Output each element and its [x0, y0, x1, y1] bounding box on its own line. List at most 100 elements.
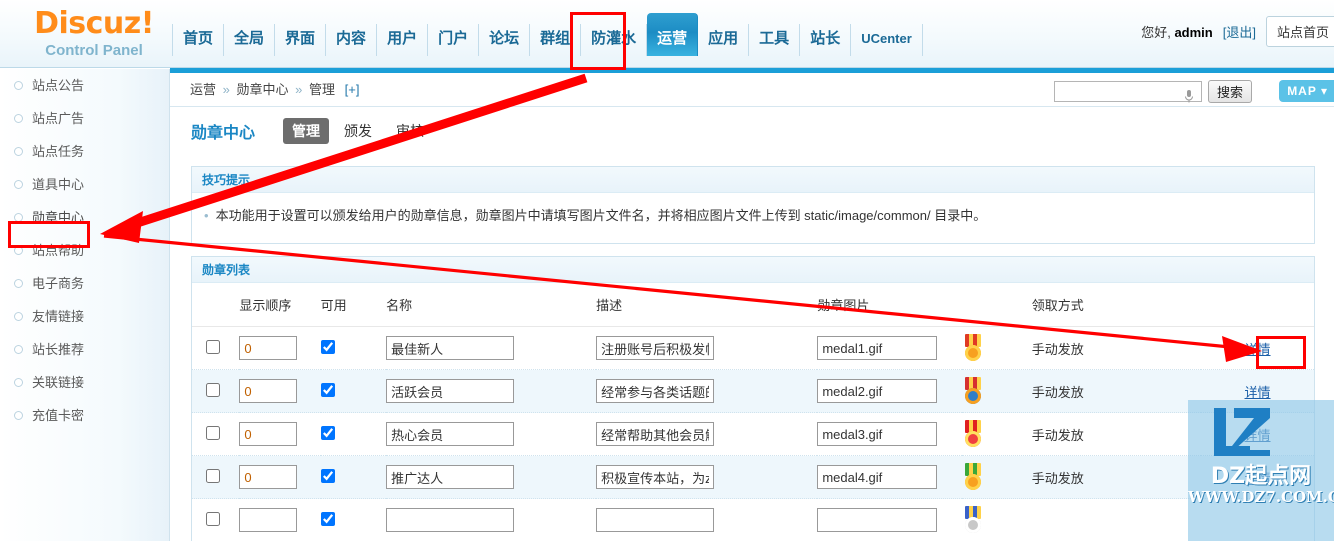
- panel-tab-2[interactable]: 审核: [387, 118, 433, 144]
- bullet-icon: [14, 246, 23, 255]
- name-input[interactable]: [386, 465, 515, 489]
- row-select-checkbox[interactable]: [206, 468, 220, 483]
- detail-link[interactable]: 详情: [1245, 471, 1271, 486]
- description-cell: [596, 369, 818, 413]
- description-cell: [596, 412, 818, 456]
- sidebar-item-2[interactable]: 站点任务: [0, 135, 169, 168]
- available-cell: [320, 369, 387, 413]
- available-checkbox[interactable]: [320, 382, 335, 397]
- available-checkbox[interactable]: [320, 339, 335, 354]
- row-select-checkbox[interactable]: [206, 382, 220, 397]
- logout-link[interactable]: [退出]: [1223, 22, 1256, 41]
- site-home-button[interactable]: 站点首页: [1265, 16, 1334, 47]
- available-checkbox[interactable]: [320, 468, 335, 483]
- nav-tab-7[interactable]: 群组: [530, 24, 582, 56]
- nav-tab-9[interactable]: 运营: [647, 13, 699, 56]
- image-cell: [817, 498, 962, 541]
- image-input[interactable]: [817, 379, 938, 403]
- sidebar-item-label: 道具中心: [32, 176, 85, 192]
- detail-link[interactable]: 详情: [1245, 428, 1271, 443]
- nav-tab-8[interactable]: 防灌水: [581, 24, 648, 56]
- medal-list-section: 勋章列表 显示顺序可用名称描述勋章图片领取方式 手动发放详情手动发放详情手动发放…: [191, 256, 1315, 541]
- issue-method-cell: 手动发放: [1031, 326, 1202, 370]
- nav-tab-10[interactable]: 应用: [698, 24, 750, 56]
- nav-tab-12[interactable]: 站长: [800, 24, 852, 56]
- detail-cell: 详情: [1201, 455, 1314, 499]
- image-input[interactable]: [817, 465, 938, 489]
- medal-blue-icon: [962, 506, 984, 534]
- nav-tab-4[interactable]: 用户: [377, 24, 429, 56]
- name-input[interactable]: [386, 508, 515, 532]
- sidebar-item-3[interactable]: 道具中心: [0, 168, 169, 201]
- order-input[interactable]: [239, 422, 298, 446]
- description-input[interactable]: [596, 465, 715, 489]
- nav-tab-6[interactable]: 论坛: [479, 24, 531, 56]
- name-input[interactable]: [386, 422, 515, 446]
- order-cell: [239, 455, 321, 499]
- sidebar-item-10[interactable]: 充值卡密: [0, 399, 169, 432]
- description-input[interactable]: [596, 379, 715, 403]
- medal-table: 显示顺序可用名称描述勋章图片领取方式 手动发放详情手动发放详情手动发放详情手动发…: [192, 283, 1314, 541]
- nav-tab-5[interactable]: 门户: [428, 24, 480, 56]
- search-button[interactable]: 搜索: [1207, 80, 1252, 103]
- panel-tab-0[interactable]: 管理: [283, 118, 330, 144]
- nav-tab-3[interactable]: 内容: [326, 24, 378, 56]
- image-input[interactable]: [817, 422, 938, 446]
- panel-tab-1[interactable]: 颁发: [335, 118, 381, 144]
- name-input[interactable]: [386, 336, 515, 360]
- description-input[interactable]: [596, 422, 715, 446]
- breadcrumb-item-1[interactable]: 运营: [190, 82, 216, 97]
- sidebar-item-8[interactable]: 站长推荐: [0, 333, 169, 366]
- row-select-checkbox[interactable]: [206, 511, 220, 526]
- sidebar-item-0[interactable]: 站点公告: [0, 69, 169, 102]
- nav-tab-11[interactable]: 工具: [749, 24, 801, 56]
- sidebar-item-label: 站点帮助: [32, 242, 85, 258]
- breadcrumb-item-3[interactable]: 管理: [309, 82, 335, 97]
- sidebar-item-6[interactable]: 电子商务: [0, 267, 169, 300]
- breadcrumb-separator-icon: »: [295, 82, 303, 97]
- detail-link[interactable]: 详情: [1245, 342, 1271, 357]
- breadcrumb-item-2[interactable]: 勋章中心: [237, 82, 289, 97]
- order-input[interactable]: [239, 508, 298, 532]
- breadcrumb: 运营 » 勋章中心 » 管理 [+]: [190, 80, 359, 100]
- row-select-checkbox[interactable]: [206, 425, 220, 440]
- bullet-icon: [14, 411, 23, 420]
- breadcrumb-expand-toggle[interactable]: [+]: [345, 82, 360, 97]
- row-select-checkbox[interactable]: [206, 339, 220, 354]
- nav-tab-2[interactable]: 界面: [275, 24, 327, 56]
- nav-tab-0[interactable]: 首页: [172, 24, 225, 56]
- row-select-cell: [192, 455, 240, 499]
- available-checkbox[interactable]: [320, 425, 335, 440]
- detail-link[interactable]: 详情: [1245, 385, 1271, 400]
- image-input[interactable]: [817, 508, 938, 532]
- order-input[interactable]: [239, 336, 298, 360]
- nav-tab-13[interactable]: UCenter: [851, 24, 923, 56]
- medal-table-body: 手动发放详情手动发放详情手动发放详情手动发放详情: [192, 326, 1314, 541]
- order-cell: [239, 498, 321, 541]
- available-cell: [320, 412, 387, 456]
- sidebar-item-5[interactable]: 站点帮助: [0, 234, 169, 267]
- description-cell: [596, 455, 818, 499]
- order-cell: [239, 412, 321, 456]
- order-input[interactable]: [239, 465, 298, 489]
- table-row: 手动发放 详情: [192, 412, 1314, 456]
- map-badge[interactable]: MAP ▾: [1279, 80, 1334, 102]
- column-header-3: 名称: [386, 283, 597, 327]
- sidebar-item-1[interactable]: 站点广告: [0, 102, 169, 135]
- column-header-5: 勋章图片: [817, 283, 1032, 327]
- sidebar: 站点公告 站点广告 站点任务道具中心勋章中心站点帮助电子商务 友情链接 站长推荐 关联链接…: [0, 69, 170, 541]
- image-input[interactable]: [817, 336, 938, 360]
- name-cell: [386, 498, 597, 541]
- name-input[interactable]: [386, 379, 515, 403]
- order-input[interactable]: [239, 379, 298, 403]
- search-input[interactable]: [1053, 81, 1202, 102]
- sidebar-item-9[interactable]: 关联链接: [0, 366, 169, 399]
- description-input[interactable]: [596, 508, 715, 532]
- sidebar-item-7[interactable]: 友情链接: [0, 300, 169, 333]
- nav-tab-1[interactable]: 全局: [224, 24, 276, 56]
- breadcrumb-bar: 运营 » 勋章中心 » 管理 [+] 搜索 MAP ▾: [170, 73, 1334, 107]
- sidebar-item-4[interactable]: 勋章中心: [0, 201, 169, 234]
- available-checkbox[interactable]: [320, 511, 335, 526]
- description-input[interactable]: [596, 336, 715, 360]
- logo[interactable]: Discuz! Control Panel: [24, 8, 164, 61]
